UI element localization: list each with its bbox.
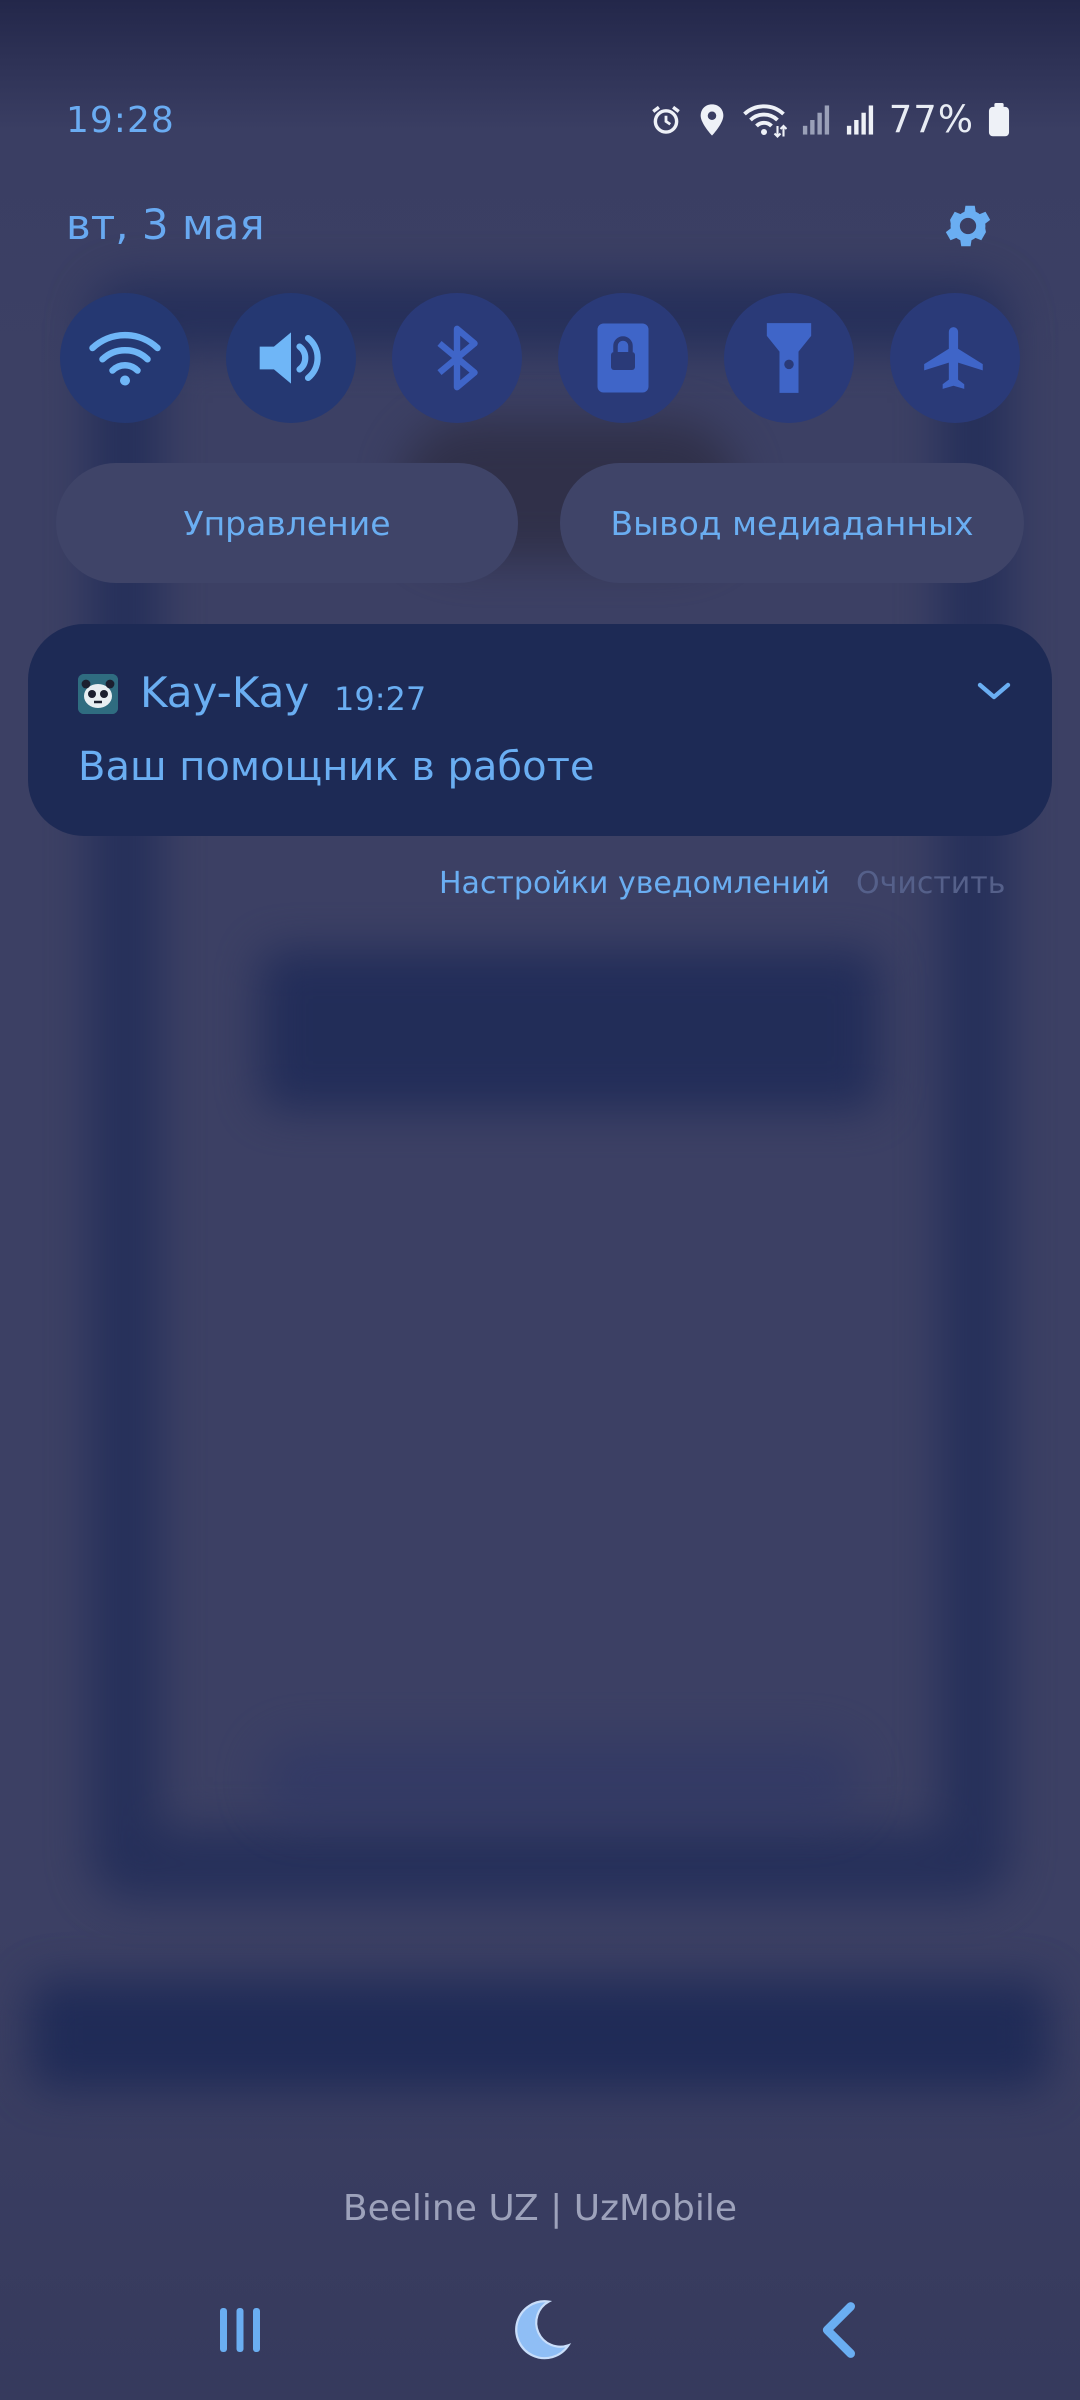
background-block-blur [260, 950, 880, 1110]
wifi-icon [87, 328, 163, 388]
battery-percent: 77% [888, 98, 974, 141]
panel-date: вт, 3 мая [66, 200, 265, 249]
airplane-toggle[interactable] [890, 293, 1020, 423]
speaker-icon [254, 326, 328, 390]
navigation-bar [0, 2290, 1080, 2374]
notification-app-name: Kay-Kay [140, 668, 310, 717]
settings-button[interactable] [940, 198, 996, 254]
home-button[interactable] [500, 2290, 580, 2374]
battery-icon [988, 102, 1010, 137]
flashlight-toggle[interactable] [724, 293, 854, 423]
bluetooth-icon [432, 323, 482, 393]
status-icons: 77% [649, 98, 1010, 141]
carrier-label: Beeline UZ | UzMobile [342, 2188, 738, 2229]
notification-time: 19:27 [334, 680, 427, 718]
airplane-icon [918, 321, 992, 395]
background-dots-blur [260, 1740, 860, 1820]
notification-body: Ваш помощник в работе [78, 744, 595, 790]
signal-sim2-icon [845, 104, 875, 136]
sound-toggle[interactable] [226, 293, 356, 423]
notification-card[interactable]: Kay-Kay 19:27 Ваш помощник в работе [28, 624, 1052, 836]
lock-rotation-icon [595, 322, 651, 394]
background-bar-blur [30, 1980, 1050, 2090]
moon-icon [505, 2295, 575, 2369]
status-bar: 19:28 77% [0, 90, 1080, 160]
flashlight-icon [763, 320, 815, 396]
wifi-icon [741, 102, 787, 138]
wifi-toggle[interactable] [60, 293, 190, 423]
signal-sim1-icon [801, 104, 831, 136]
status-time: 19:28 [66, 100, 175, 141]
device-control-button[interactable]: Управление [56, 463, 518, 583]
location-icon [697, 103, 727, 137]
app-icon [78, 674, 118, 714]
notification-settings-link[interactable]: Настройки уведомлений [439, 866, 830, 901]
media-output-button[interactable]: Вывод медиаданных [560, 463, 1024, 583]
alarm-icon [649, 103, 683, 137]
notification-actions: Настройки уведомлений Очистить [0, 866, 1080, 916]
chevron-down-icon [974, 682, 1014, 710]
recents-icon [214, 2302, 266, 2362]
screen-lock-toggle[interactable] [558, 293, 688, 423]
clear-notifications-link[interactable]: Очистить [856, 866, 1005, 901]
back-button[interactable] [800, 2290, 880, 2374]
quick-settings-row [60, 293, 1020, 423]
gear-icon [940, 205, 996, 258]
back-chevron-icon [817, 2300, 863, 2364]
bluetooth-toggle[interactable] [392, 293, 522, 423]
expand-button[interactable] [974, 676, 1014, 706]
recents-button[interactable] [200, 2290, 280, 2374]
